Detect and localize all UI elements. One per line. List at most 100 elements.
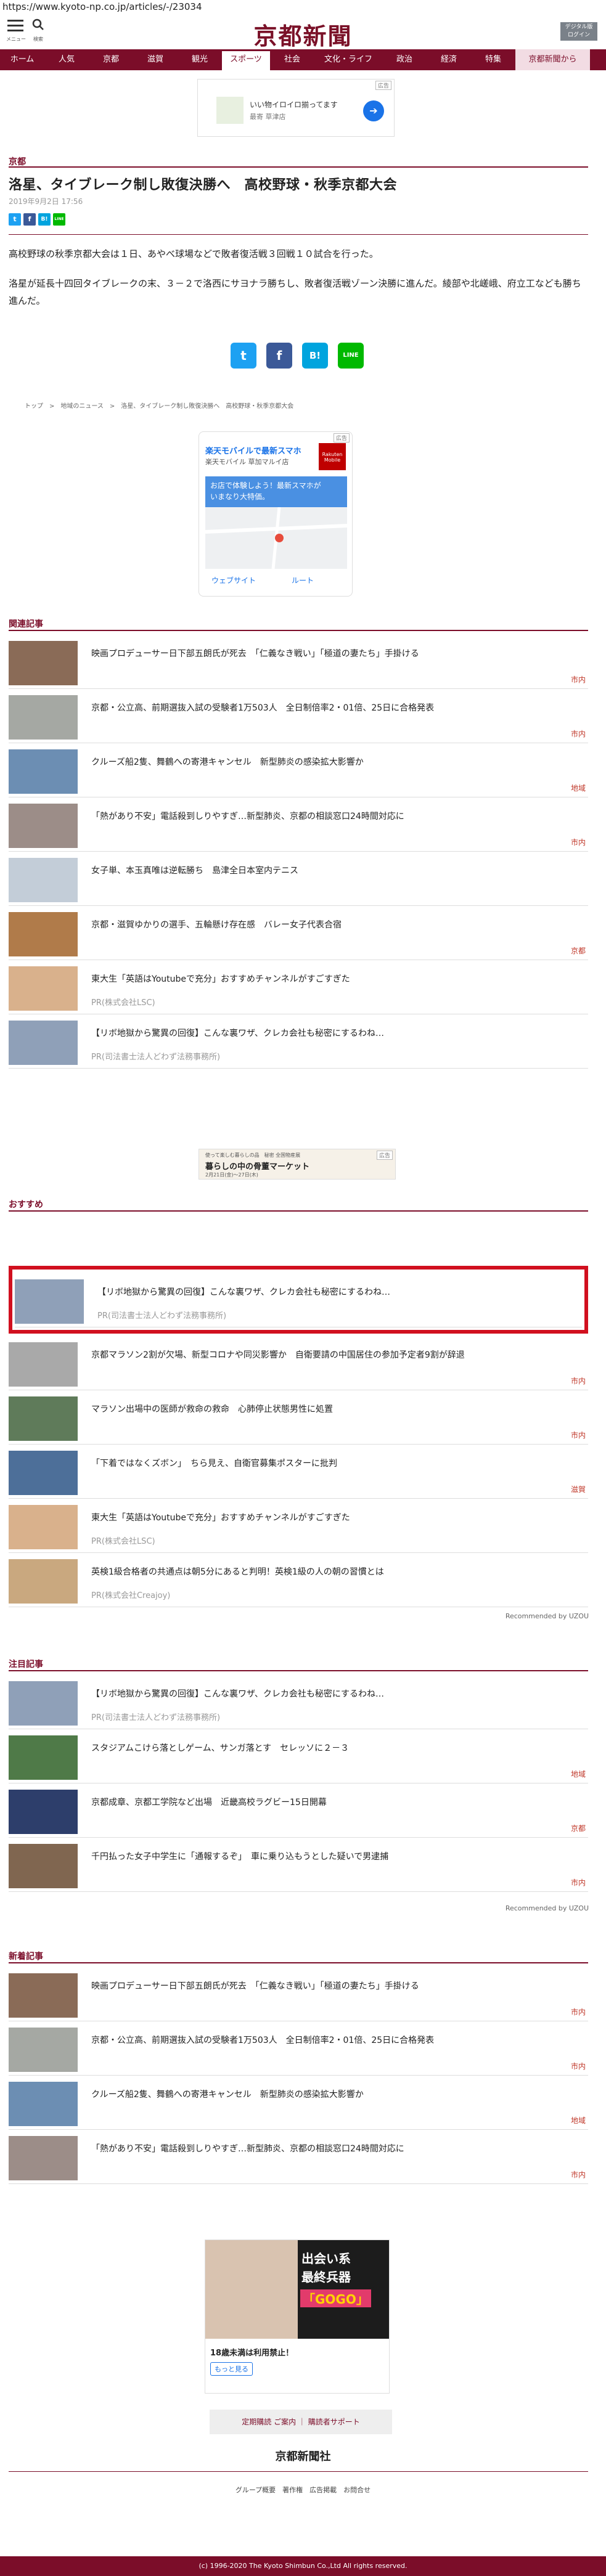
item-tag: 京都 [570, 947, 586, 955]
nav-culture[interactable]: 文化・ライフ [314, 49, 382, 70]
list-item[interactable]: 映画プロデューサー日下部五朗氏が死去 「仁義なき戦い」「極道の妻たち」手掛ける市… [9, 1967, 588, 2021]
nav-shiga[interactable]: 滋賀 [133, 49, 178, 70]
breadcrumb[interactable]: トップ > 地域のニュース > 洛星、タイブレーク制し敗復決勝へ 高校野球・秋季… [25, 401, 293, 410]
nav-society[interactable]: 社会 [270, 49, 314, 70]
ad-route-link[interactable]: ルート [292, 575, 314, 585]
item-title[interactable]: 京都・公立高、前期選抜入試の受験者1万503人 全日制倍率2・01倍、25日に合… [91, 701, 572, 714]
banner-line2: いまなり大特価。 [210, 492, 270, 501]
nav-special[interactable]: 特集 [471, 49, 515, 70]
list-item[interactable]: 女子単、本玉真唯は逆転勝ち 島津全日本室内テニス [9, 852, 588, 906]
line-icon[interactable]: LINE [53, 213, 65, 226]
ad-mid[interactable]: 広告 使って楽しむ暮らしの品 秘密 全国物産展 暮らしの中の骨董マーケット 2月… [199, 1149, 396, 1180]
nav-politics[interactable]: 政治 [382, 49, 427, 70]
subscribe-links[interactable]: 定期購読 ご案内 ｜ 購読者サポート [210, 2410, 392, 2434]
section-label[interactable]: 京都 [9, 155, 588, 168]
line-icon[interactable]: LINE [338, 343, 364, 369]
item-title[interactable]: クルーズ船2隻、舞鶴への寄港キャンセル 新型肺炎の感染拡大影響か [91, 756, 572, 768]
item-title[interactable]: 東大生「英語はYoutubeで充分」おすすめチャンネルがすごすぎた [91, 1511, 572, 1523]
hatena-icon[interactable]: B! [302, 343, 328, 369]
item-title[interactable]: スタジアムこけら落としゲーム、サンガ落とす セレッソに２－３ [91, 1742, 572, 1754]
nav-from-kyoto-np[interactable]: 京都新聞から [515, 49, 590, 70]
list-item[interactable]: 東大生「英語はYoutubeで充分」おすすめチャンネルがすごすぎた PR(株式会社… [9, 960, 588, 1014]
item-tag: 市内 [570, 2008, 586, 2016]
item-title[interactable]: 【リボ地獄から驚異の回復】こんな裏ワザ、クレカ会社も秘密にするわね… [97, 1286, 578, 1298]
nav-tourism[interactable]: 観光 [178, 49, 222, 70]
list-item[interactable]: 【リボ地獄から驚異の回復】こんな裏ワザ、クレカ会社も秘密にするわね… PR(司法書… [15, 1273, 582, 1327]
ad-top[interactable]: 広告 いい物イロイロ揃ってます 最寄 草津店 ➔ [197, 79, 395, 137]
item-tag: 地域 [570, 1770, 586, 1779]
twitter-icon[interactable]: t [9, 213, 21, 226]
item-title[interactable]: 千円払った女子中学生に「通報するぞ」 車に乗り込もうとした疑いで男逮捕 [91, 1850, 572, 1862]
item-tag: 市内 [570, 838, 586, 847]
footer-logo[interactable]: 京都新聞社 [0, 2448, 606, 2464]
item-title[interactable]: 映画プロデューサー日下部五朗氏が死去 「仁義なき戦い」「極道の妻たち」手掛ける [91, 647, 572, 659]
ad-mid-line1: 使って楽しむ暮らしの品 秘密 全国物産展 [205, 1152, 301, 1158]
item-title[interactable]: 「熱があり不安」電話殺到しりやすぎ…新型肺炎、京都の相談窓口24時間対応に [91, 2142, 572, 2154]
related-heading: 関連記事 [9, 619, 43, 629]
item-title[interactable]: 「下着ではなくズボン」 ちら見え、自衛官募集ポスターに批判 [91, 1457, 572, 1469]
thumbnail [9, 858, 78, 902]
digital-login-button[interactable]: デジタル版 ログイン [560, 22, 597, 41]
ad-map[interactable]: 広告 楽天モバイルで最新スマホ 楽天モバイル 草加マルイ店 Rakuten Mo… [199, 431, 353, 597]
list-item[interactable]: クルーズ船2隻、舞鶴への寄港キャンセル 新型肺炎の感染拡大影響か 地域 [9, 2076, 588, 2130]
list-item[interactable]: 【リボ地獄から驚異の回復】こんな裏ワザ、クレカ会社も秘密にするわね… PR(司法書… [9, 1675, 588, 1729]
item-title[interactable]: 東大生「英語はYoutubeで充分」おすすめチャンネルがすごすぎた [91, 972, 572, 985]
thumbnail [9, 912, 78, 956]
item-title[interactable]: 映画プロデューサー日下部五朗氏が死去 「仁義なき戦い」「極道の妻たち」手掛ける [91, 1979, 572, 1992]
nav-economy[interactable]: 経済 [427, 49, 471, 70]
list-item[interactable]: 京都・滋賀ゆかりの選手、五輪懸け存在感 バレー女子代表合宿京都 [9, 906, 588, 960]
item-title[interactable]: 京都成章、京都工学院など出場 近畿高校ラグビー15日開幕 [91, 1796, 572, 1808]
item-title[interactable]: 【リボ地獄から驚異の回復】こんな裏ワザ、クレカ会社も秘密にするわね… [91, 1687, 572, 1700]
hatena-icon[interactable]: B! [38, 213, 51, 226]
facebook-icon[interactable]: f [266, 343, 292, 369]
nav-home[interactable]: ホーム [0, 49, 44, 70]
nav-kyoto[interactable]: 京都 [89, 49, 133, 70]
facebook-icon[interactable]: f [23, 213, 36, 226]
footer-links[interactable]: グループ概要 著作権 広告掲載 お問合せ [0, 2485, 606, 2495]
list-item[interactable]: マラソン出場中の医師が救命の救命 心肺停止状態男性に処置 市内 [9, 1390, 588, 1445]
site-logo[interactable]: 京都新聞 [0, 17, 606, 51]
thumbnail [9, 1735, 78, 1780]
uzou-brand[interactable]: Recommended by UZOU [506, 1612, 589, 1620]
list-item[interactable]: スタジアムこけら落としゲーム、サンガ落とす セレッソに２－３ 地域 [9, 1729, 588, 1783]
list-item[interactable]: クルーズ船2隻、舞鶴への寄港キャンセル 新型肺炎の感染拡大影響か 地域 [9, 743, 588, 797]
list-item[interactable]: 【リボ地獄から驚異の回復】こんな裏ワザ、クレカ会社も秘密にするわね… PR(司法書… [9, 1014, 588, 1069]
item-title[interactable]: 【リボ地獄から驚異の回復】こんな裏ワザ、クレカ会社も秘密にするわね… [91, 1027, 572, 1039]
list-item[interactable]: 「熱があり不安」電話殺到しりやすぎ…新型肺炎、京都の相談窓口24時間対応に市内 [9, 797, 588, 852]
item-title[interactable]: 英検1級合格者の共通点は朝5分にあると判明！英検1級の人の朝の習慣とは [91, 1565, 572, 1578]
map-image[interactable] [205, 507, 348, 569]
share-buttons-large: t f B! LINE [231, 343, 364, 369]
list-item[interactable]: 「下着ではなくズボン」 ちら見え、自衛官募集ポスターに批判 滋賀 [9, 1445, 588, 1499]
thumbnail [9, 1681, 78, 1726]
list-item[interactable]: 京都・公立高、前期選抜入試の受験者1万503人 全日制倍率2・01倍、25日に合… [9, 689, 588, 743]
recommend-heading: おすすめ [9, 1200, 43, 1210]
list-item[interactable]: 京都・公立高、前期選抜入試の受験者1万503人 全日制倍率2・01倍、25日に合… [9, 2021, 588, 2076]
list-item[interactable]: 映画プロデューサー日下部五朗氏が死去 「仁義なき戦い」「極道の妻たち」手掛ける市… [9, 635, 588, 689]
thumbnail [15, 1279, 84, 1324]
ad-more-button[interactable]: もっと見る [210, 2362, 253, 2376]
ad-bottom[interactable]: 出会い系 最終兵器 「GOGO」 18歳未満は利用禁止！ もっと見る [205, 2240, 390, 2394]
twitter-icon[interactable]: t [231, 343, 256, 369]
nav-sports[interactable]: スポーツ [222, 49, 270, 70]
directions-icon[interactable]: ➔ [363, 100, 384, 121]
uzou-brand[interactable]: Recommended by UZOU [506, 1904, 589, 1912]
item-title[interactable]: 「熱があり不安」電話殺到しりやすぎ…新型肺炎、京都の相談窓口24時間対応に [91, 810, 572, 822]
ad-mid-line3: 2月21日(金)〜27日(木) [205, 1172, 258, 1178]
item-pr: PR(司法書士法人どわず法務事務所) [97, 1311, 227, 1321]
item-title[interactable]: 女子単、本玉真唯は逆転勝ち 島津全日本室内テニス [91, 864, 572, 876]
list-item[interactable]: 京都成章、京都工学院など出場 近畿高校ラグビー15日開幕 京都 [9, 1783, 588, 1838]
list-item[interactable]: 「熱があり不安」電話殺到しりやすぎ…新型肺炎、京都の相談窓口24時間対応に 市内 [9, 2130, 588, 2184]
item-title[interactable]: 京都・滋賀ゆかりの選手、五輪懸け存在感 バレー女子代表合宿 [91, 918, 572, 931]
thumbnail [9, 1451, 78, 1495]
list-item[interactable]: 英検1級合格者の共通点は朝5分にあると判明！英検1級の人の朝の習慣とは PR(株式… [9, 1553, 588, 1607]
list-item[interactable]: 京都マラソン2割が欠場、新型コロナや同災影響か 自衛要請の中国居住の参加予定者9… [9, 1336, 588, 1390]
ad-website-link[interactable]: ウェブサイト [211, 575, 256, 585]
nav-popular[interactable]: 人気 [44, 49, 89, 70]
title-rule [9, 234, 588, 235]
list-item[interactable]: 千円払った女子中学生に「通報するぞ」 車に乗り込もうとした疑いで男逮捕 市内 [9, 1838, 588, 1892]
item-title[interactable]: クルーズ船2隻、舞鶴への寄港キャンセル 新型肺炎の感染拡大影響か [91, 2088, 572, 2100]
item-title[interactable]: マラソン出場中の医師が救命の救命 心肺停止状態男性に処置 [91, 1403, 572, 1415]
list-item[interactable]: 東大生「英語はYoutubeで充分」おすすめチャンネルがすごすぎた PR(株式会社… [9, 1499, 588, 1553]
item-title[interactable]: 京都・公立高、前期選抜入試の受験者1万503人 全日制倍率2・01倍、25日に合… [91, 2034, 572, 2046]
item-title[interactable]: 京都マラソン2割が欠場、新型コロナや同災影響か 自衛要請の中国居住の参加予定者9… [91, 1348, 572, 1361]
